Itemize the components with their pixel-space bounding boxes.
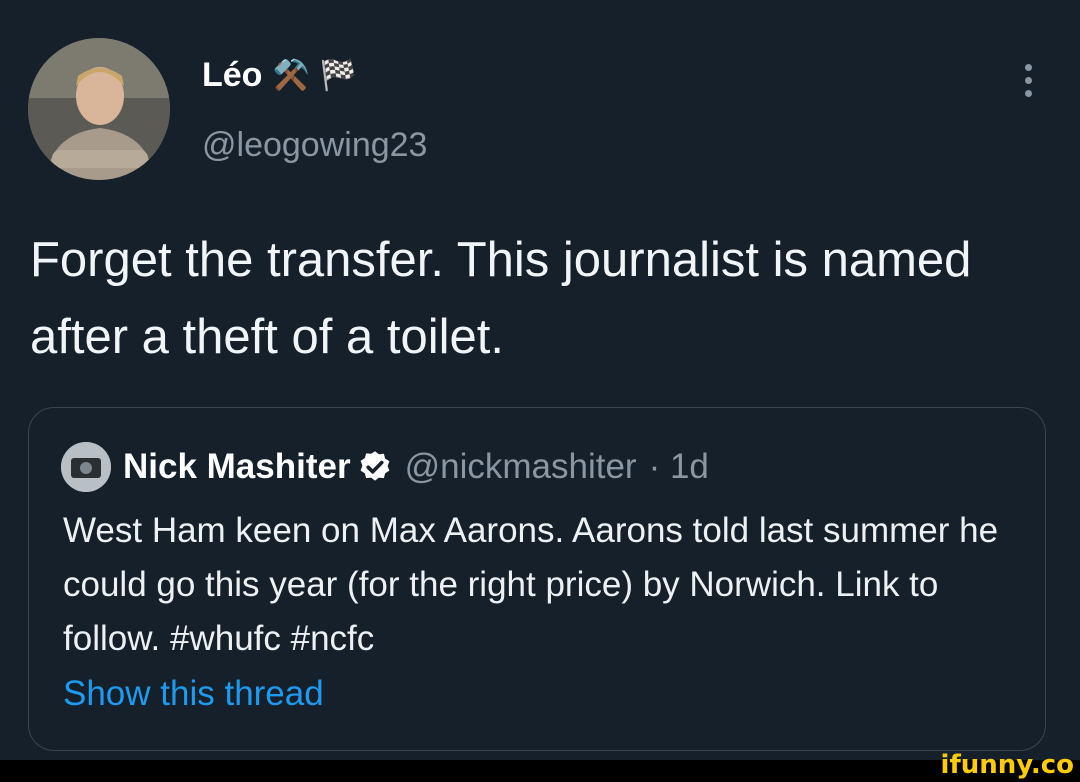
show-thread-link[interactable]: Show this thread xyxy=(63,674,324,714)
quoted-author-handle[interactable]: @nickmashiter xyxy=(405,447,637,487)
author-name[interactable]: Léo xyxy=(202,56,262,95)
footer-bar xyxy=(0,760,1080,782)
author-name-row: Léo ⚒️ 🏁 xyxy=(202,56,357,95)
author-avatar[interactable] xyxy=(28,38,170,180)
more-options-icon[interactable] xyxy=(1025,64,1032,97)
quoted-tweet-header: Nick Mashiter @nickmashiter · 1d xyxy=(61,442,709,492)
checkered-flag-emoji-icon: 🏁 xyxy=(319,58,358,92)
verified-badge-icon xyxy=(360,451,389,481)
quoted-author-name[interactable]: Nick Mashiter xyxy=(123,447,351,487)
ifunny-watermark: ifunny.co xyxy=(940,750,1074,780)
camera-avatar-icon xyxy=(61,442,111,492)
quoted-author-avatar[interactable] xyxy=(61,442,111,492)
quoted-tweet-time: · 1d xyxy=(648,447,709,486)
hammer-pick-emoji-icon: ⚒️ xyxy=(272,58,310,92)
quoted-tweet-card[interactable]: Nick Mashiter @nickmashiter · 1d West Ha… xyxy=(28,407,1046,751)
tweet-text: Forget the transfer. This journalist is … xyxy=(30,233,972,364)
person-photo-icon xyxy=(28,38,170,180)
quoted-tweet-text: West Ham keen on Max Aarons. Aarons told… xyxy=(63,511,999,658)
author-handle[interactable]: @leogowing23 xyxy=(202,126,427,165)
